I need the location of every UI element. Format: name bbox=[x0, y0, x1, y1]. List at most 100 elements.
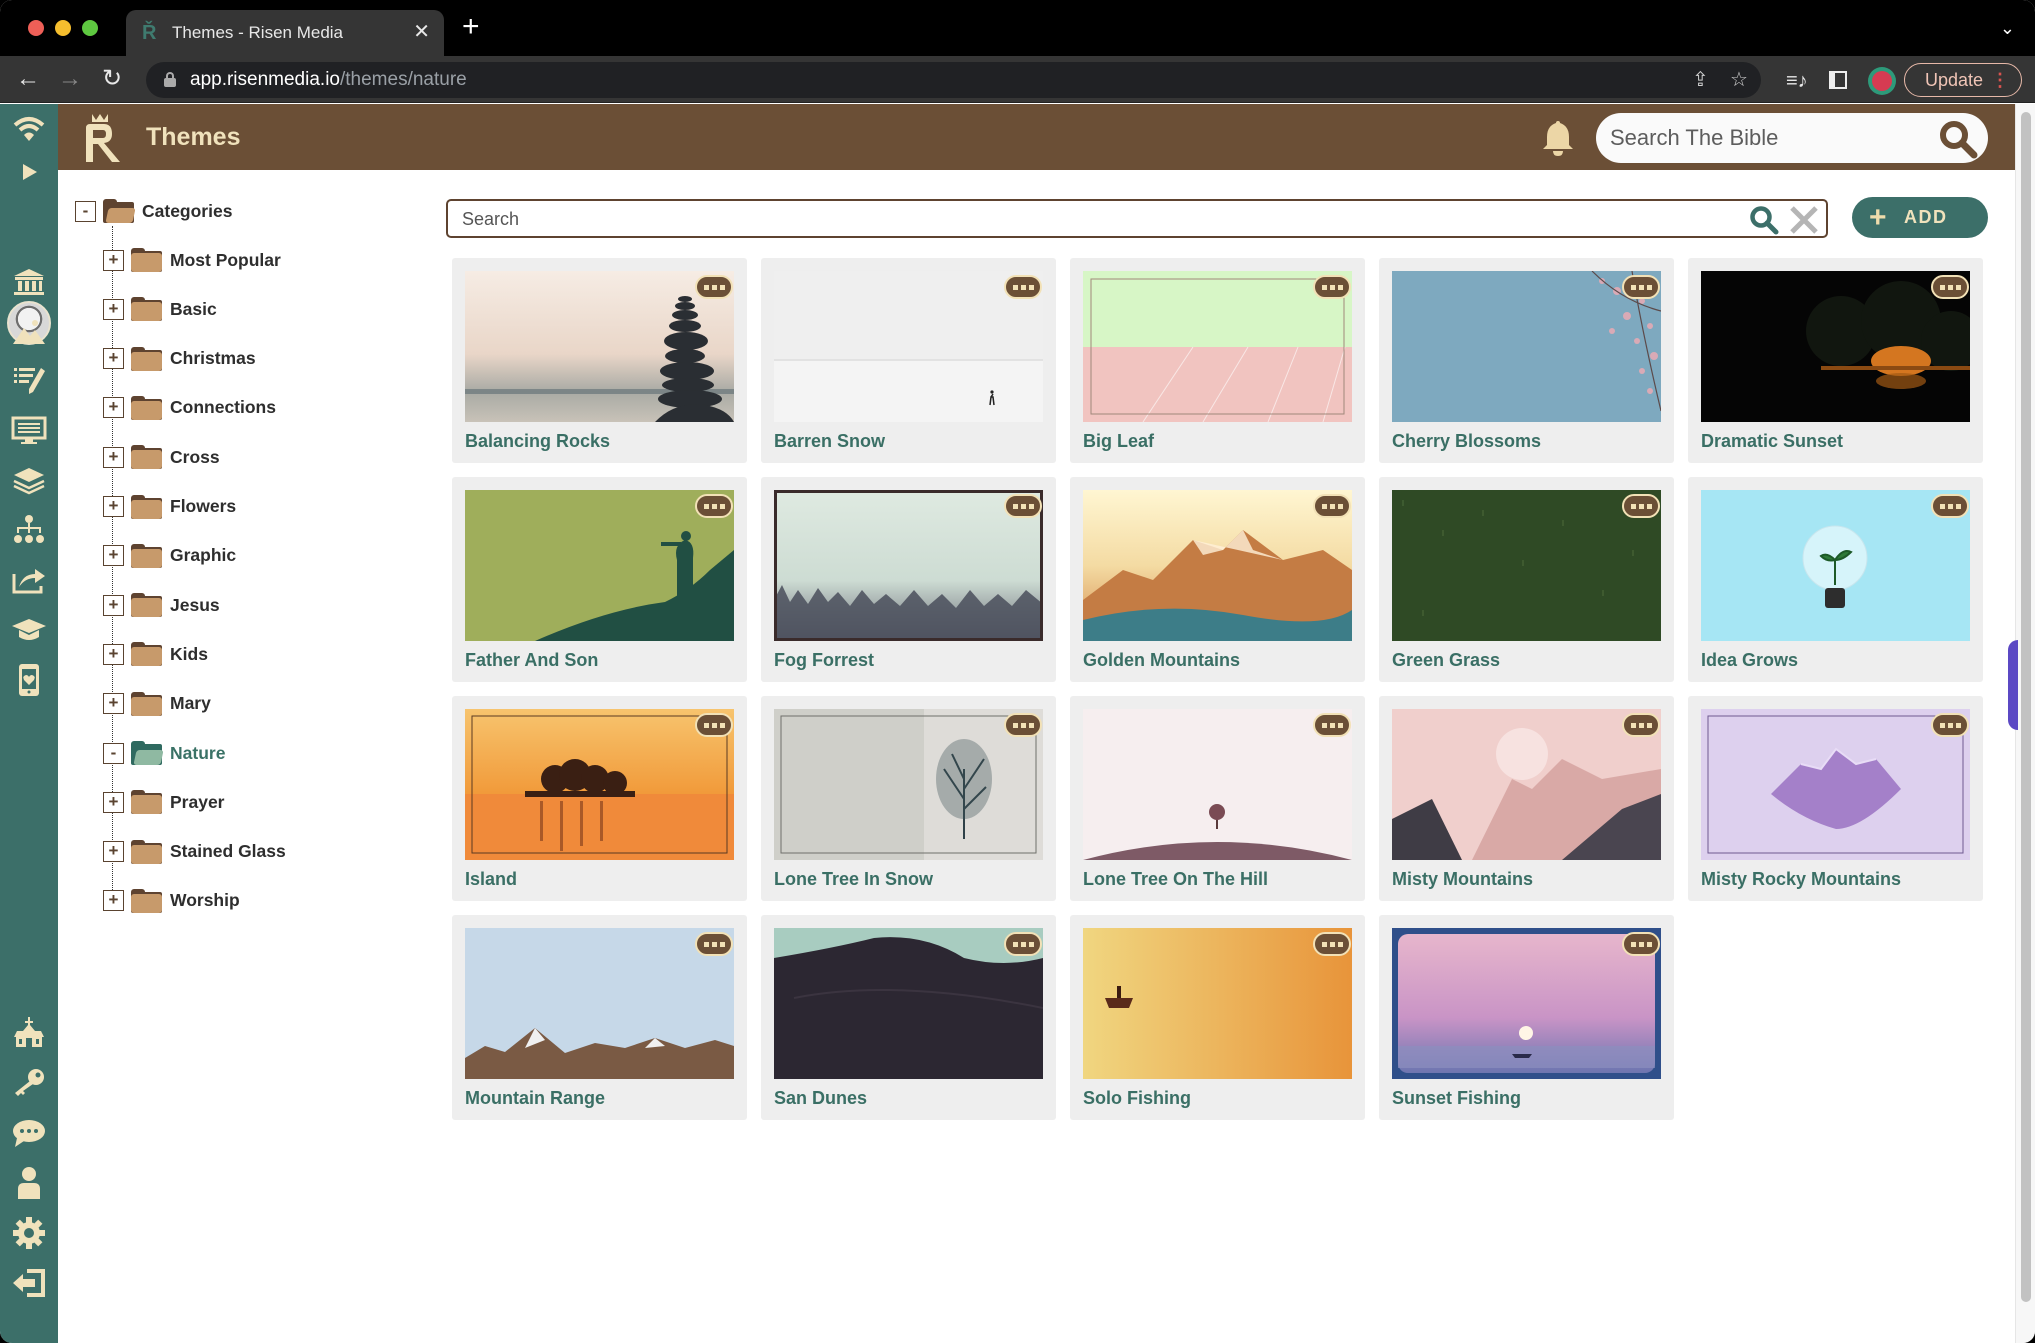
more-options-icon[interactable] bbox=[1004, 494, 1042, 518]
theme-title[interactable]: Lone Tree On The Hill bbox=[1083, 869, 1268, 890]
tree-item[interactable]: + Worship bbox=[103, 887, 240, 915]
tree-item-label[interactable]: Christmas bbox=[170, 348, 256, 369]
theme-title[interactable]: Balancing Rocks bbox=[465, 431, 610, 452]
address-bar[interactable]: app.risenmedia.io/themes/nature ⇪ ☆ bbox=[146, 62, 1761, 98]
expand-toggle[interactable]: + bbox=[103, 348, 124, 370]
add-theme-button[interactable]: + ADD bbox=[1852, 197, 1988, 238]
theme-title[interactable]: Fog Forrest bbox=[774, 650, 874, 671]
tree-item-label[interactable]: Mary bbox=[170, 693, 211, 714]
theme-thumbnail[interactable] bbox=[1392, 271, 1661, 422]
theme-card[interactable]: Golden Mountains bbox=[1070, 477, 1365, 682]
more-options-icon[interactable] bbox=[1313, 275, 1351, 299]
tree-item[interactable]: + Flowers bbox=[103, 493, 236, 521]
theme-card[interactable]: Island bbox=[452, 696, 747, 901]
risen-media-logo[interactable] bbox=[78, 112, 124, 166]
tree-item[interactable]: + Prayer bbox=[103, 788, 225, 816]
theme-thumbnail[interactable] bbox=[1083, 928, 1352, 1079]
theme-title[interactable]: Misty Rocky Mountains bbox=[1701, 869, 1901, 890]
more-options-icon[interactable] bbox=[1931, 713, 1969, 737]
more-options-icon[interactable] bbox=[695, 275, 733, 299]
tree-item[interactable]: + Graphic bbox=[103, 542, 236, 570]
theme-search-input[interactable] bbox=[462, 207, 1742, 231]
search-icon[interactable] bbox=[1938, 119, 1978, 159]
theme-title[interactable]: Green Grass bbox=[1392, 650, 1500, 671]
tree-item-label[interactable]: Stained Glass bbox=[170, 841, 286, 862]
notification-bell-icon[interactable] bbox=[1538, 118, 1578, 158]
theme-card[interactable]: Misty Rocky Mountains bbox=[1688, 696, 1983, 901]
theme-thumbnail[interactable] bbox=[1083, 271, 1352, 422]
collapse-toggle[interactable]: - bbox=[75, 200, 96, 222]
more-options-icon[interactable] bbox=[1931, 275, 1969, 299]
theme-card[interactable]: Lone Tree On The Hill bbox=[1070, 696, 1365, 901]
scrollbar-thumb[interactable] bbox=[2021, 112, 2031, 1302]
broadcast-wifi-icon[interactable] bbox=[9, 110, 49, 150]
theme-thumbnail[interactable] bbox=[774, 928, 1043, 1079]
theme-card[interactable]: Sunset Fishing bbox=[1379, 915, 1674, 1120]
more-options-icon[interactable] bbox=[1004, 932, 1042, 956]
theme-title[interactable]: Lone Tree In Snow bbox=[774, 869, 933, 890]
close-tab-icon[interactable]: ✕ bbox=[413, 20, 430, 44]
theme-title[interactable]: Island bbox=[465, 869, 517, 890]
tree-item-label[interactable]: Jesus bbox=[170, 595, 220, 616]
tree-root-categories[interactable]: - Categories bbox=[75, 197, 232, 225]
more-options-icon[interactable] bbox=[1931, 494, 1969, 518]
theme-thumbnail[interactable] bbox=[465, 928, 734, 1079]
expand-toggle[interactable]: + bbox=[103, 496, 124, 517]
tree-item[interactable]: + Most Popular bbox=[103, 246, 281, 274]
tree-item[interactable]: + Basic bbox=[103, 295, 217, 323]
more-options-icon[interactable] bbox=[1622, 494, 1660, 518]
new-tab-button[interactable]: + bbox=[462, 12, 480, 42]
close-window-button[interactable] bbox=[28, 20, 44, 36]
expand-toggle[interactable]: + bbox=[103, 397, 124, 419]
tree-item-label[interactable]: Flowers bbox=[170, 496, 236, 517]
lock-icon[interactable] bbox=[164, 72, 176, 87]
theme-card[interactable]: Cherry Blossoms bbox=[1379, 258, 1674, 463]
share-screen-icon[interactable] bbox=[9, 560, 49, 600]
theme-title[interactable]: Barren Snow bbox=[774, 431, 885, 452]
theme-thumbnail[interactable] bbox=[1701, 490, 1970, 641]
tree-item[interactable]: + Christmas bbox=[103, 345, 256, 373]
tree-item-label[interactable]: Graphic bbox=[170, 545, 236, 566]
more-options-icon[interactable] bbox=[1004, 275, 1042, 299]
more-options-icon[interactable] bbox=[1004, 713, 1042, 737]
mountain-image-icon[interactable] bbox=[9, 312, 49, 352]
monitor-icon[interactable] bbox=[9, 410, 49, 450]
bookmark-star-icon[interactable]: ☆ bbox=[1730, 68, 1748, 92]
tab-search-chevron-icon[interactable]: ⌄ bbox=[2000, 18, 2015, 39]
theme-title[interactable]: Golden Mountains bbox=[1083, 650, 1240, 671]
theme-card[interactable]: San Dunes bbox=[761, 915, 1056, 1120]
theme-thumbnail[interactable] bbox=[1083, 709, 1352, 860]
tree-item-label[interactable]: Prayer bbox=[170, 792, 225, 813]
expand-toggle[interactable]: + bbox=[103, 693, 124, 715]
tree-item[interactable]: + Mary bbox=[103, 690, 211, 718]
layers-icon[interactable] bbox=[9, 460, 49, 500]
browser-tab-active[interactable]: Ř Themes - Risen Media ✕ bbox=[126, 10, 444, 56]
theme-title[interactable]: Cherry Blossoms bbox=[1392, 431, 1541, 452]
more-options-icon[interactable] bbox=[695, 713, 733, 737]
theme-title[interactable]: Father And Son bbox=[465, 650, 598, 671]
minimize-window-button[interactable] bbox=[55, 20, 71, 36]
reload-icon[interactable]: ↻ bbox=[102, 66, 122, 92]
org-chart-icon[interactable] bbox=[9, 510, 49, 550]
expand-toggle[interactable]: + bbox=[103, 298, 124, 320]
side-drawer-handle[interactable] bbox=[2008, 640, 2018, 730]
media-controls-icon[interactable]: ≡♪ bbox=[1786, 70, 1808, 92]
more-options-icon[interactable] bbox=[1622, 275, 1660, 299]
more-options-icon[interactable] bbox=[695, 494, 733, 518]
expand-toggle[interactable]: + bbox=[103, 594, 124, 616]
collapse-toggle[interactable]: - bbox=[103, 742, 124, 764]
church-building-icon[interactable] bbox=[9, 262, 49, 302]
update-button[interactable]: Update ⋮ bbox=[1904, 63, 2022, 97]
theme-thumbnail[interactable] bbox=[465, 271, 734, 422]
expand-toggle[interactable]: + bbox=[103, 545, 124, 567]
tree-item-label[interactable]: Basic bbox=[170, 299, 217, 320]
theme-title[interactable]: Solo Fishing bbox=[1083, 1088, 1191, 1109]
side-panel-icon[interactable] bbox=[1829, 71, 1847, 89]
theme-card[interactable]: Green Grass bbox=[1379, 477, 1674, 682]
expand-toggle[interactable]: + bbox=[103, 249, 124, 271]
user-icon[interactable] bbox=[9, 1163, 49, 1203]
tree-item-label[interactable]: Kids bbox=[170, 644, 208, 665]
theme-card[interactable]: Dramatic Sunset bbox=[1688, 258, 1983, 463]
theme-title[interactable]: Misty Mountains bbox=[1392, 869, 1533, 890]
search-icon[interactable] bbox=[1748, 204, 1780, 236]
